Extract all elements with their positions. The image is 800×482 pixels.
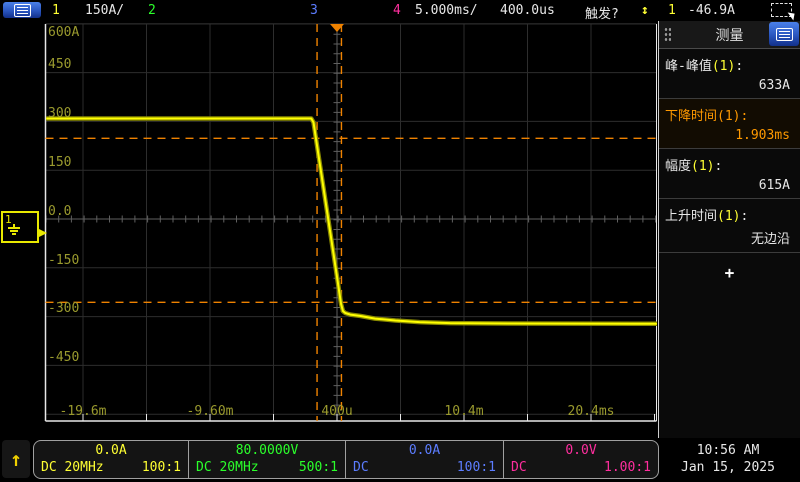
y-axis-label: 300 [48, 107, 71, 120]
measurement-row[interactable]: 下降时间(1):1.903ms [659, 99, 800, 149]
waveform-trace [46, 119, 657, 324]
channel-offset-value: 0.0A [346, 442, 503, 459]
ground-symbol-icon [8, 226, 21, 234]
channel4-status-box[interactable]: 0.0VDC 1.00:1 [503, 441, 658, 478]
measurement-label: 下降时间(1): [665, 105, 794, 124]
channel-coupling-row: DC 100:1 [346, 459, 503, 476]
measurement-row[interactable]: 峰-峰值(1):633A [659, 49, 800, 99]
main-menu-button[interactable] [3, 2, 41, 18]
ch1-indicator[interactable]: 1 [52, 3, 60, 18]
screen-capture-icon[interactable] [771, 3, 792, 17]
channel-coupling: DC [353, 459, 369, 476]
ch2-indicator[interactable]: 2 [148, 3, 156, 18]
drag-handle-icon[interactable] [664, 27, 671, 42]
measurement-panel-title: 测量 [676, 25, 783, 45]
measurement-panel-header[interactable]: 测量 [659, 21, 800, 49]
ch4-indicator[interactable]: 4 [393, 3, 401, 18]
y-axis-label: -300 [48, 302, 79, 315]
channel-probe-ratio: 100:1 [142, 459, 181, 476]
date-value: Jan 15, 2025 [662, 459, 794, 476]
y-axis-label: 150 [48, 156, 71, 169]
x-axis-label: 400u [321, 405, 352, 418]
time-value: 10:56 AM [662, 442, 794, 459]
channel-offset-value: 80.0000V [189, 442, 345, 459]
clock: 10:56 AM Jan 15, 2025 [662, 442, 794, 476]
up-arrow-icon: ↑ [10, 447, 22, 471]
trigger-level-value[interactable]: -46.9A [688, 3, 735, 18]
x-axis-label: -9.60m [187, 405, 234, 418]
add-measurement-button[interactable]: + [717, 263, 743, 282]
bottom-status-bar: ↑ 0.0ADC 20MHz100:180.0000VDC 20MHz500:1… [0, 438, 800, 482]
trigger-source[interactable]: 1 [668, 3, 676, 18]
channel1-ground-marker[interactable]: 1 [1, 211, 47, 243]
trigger-status-label: 触发? [585, 3, 619, 22]
measurement-label: 峰-峰值(1): [665, 55, 794, 74]
measurement-value: 1.903ms [665, 124, 794, 144]
trigger-slope-icon[interactable]: ↕ [641, 3, 649, 18]
channel-probe-ratio: 100:1 [457, 459, 496, 476]
channel2-status-box[interactable]: 80.0000VDC 20MHz 500:1 [188, 441, 345, 478]
timebase-value[interactable]: 5.000ms/ [415, 3, 478, 18]
channel-coupling-row: DC 1.00:1 [504, 459, 658, 476]
y-axis-label: 450 [48, 58, 71, 71]
channel-status-boxes: 0.0ADC 20MHz100:180.0000VDC 20MHz500:10.… [33, 440, 659, 479]
channel-coupling: DC 20MHz [196, 459, 259, 476]
channel1-status-box[interactable]: 0.0ADC 20MHz 100:1 [34, 441, 188, 478]
ch3-indicator[interactable]: 3 [310, 3, 318, 18]
channel-coupling-row: DC 20MHz 100:1 [34, 459, 188, 476]
hamburger-icon [776, 28, 793, 41]
y-axis-label: 600A [48, 26, 79, 39]
x-axis-label: 20.4ms [568, 405, 615, 418]
measurement-value: 无边沿 [665, 224, 794, 248]
delay-value[interactable]: 400.0us [500, 3, 555, 18]
oscilloscope-screen: 1 150A/ 2 3 4 5.000ms/ 400.0us 触发? ↕ 1 -… [0, 0, 800, 482]
y-axis-label: 0.0 [48, 205, 71, 218]
hamburger-icon [14, 4, 31, 17]
ground-marker-channel: 1 [5, 213, 12, 226]
measurement-value: 615A [665, 174, 794, 194]
waveform-trace-halo [46, 119, 657, 324]
ground-marker-arrow-icon [37, 228, 47, 238]
channel-probe-ratio: 1.00:1 [604, 459, 651, 476]
x-axis-label: -19.6m [60, 405, 107, 418]
y-axis-label: -450 [48, 351, 79, 364]
top-status-bar: 1 150A/ 2 3 4 5.000ms/ 400.0us 触发? ↕ 1 -… [0, 0, 800, 21]
measurement-label: 幅度(1): [665, 155, 794, 174]
channel-coupling: DC [511, 459, 527, 476]
measurement-label: 上升时间(1): [665, 205, 794, 224]
channel-offset-value: 0.0A [34, 442, 188, 459]
waveform-display: 600A 450 300 150 0.0 -150 -300 -450 -19.6m -9.60… [0, 21, 658, 438]
measurement-row[interactable]: 上升时间(1):无边沿 [659, 199, 800, 253]
measurement-row[interactable]: 幅度(1):615A [659, 149, 800, 199]
graticule-svg [0, 21, 658, 438]
channel-coupling: DC 20MHz [41, 459, 104, 476]
measurement-panel: 测量 峰-峰值(1):633A下降时间(1):1.903ms幅度(1):615A… [658, 21, 800, 438]
channel-offset-value: 0.0V [504, 442, 658, 459]
channel3-status-box[interactable]: 0.0ADC 100:1 [345, 441, 503, 478]
measurement-menu-button[interactable] [769, 22, 799, 46]
x-axis-label: 10.4m [444, 405, 483, 418]
y-axis-label: -150 [48, 254, 79, 267]
channel-probe-ratio: 500:1 [299, 459, 338, 476]
ch1-scale[interactable]: 150A/ [85, 3, 124, 18]
channel-coupling-row: DC 20MHz 500:1 [189, 459, 345, 476]
measurement-value: 633A [665, 74, 794, 94]
expand-up-button[interactable]: ↑ [2, 440, 30, 478]
